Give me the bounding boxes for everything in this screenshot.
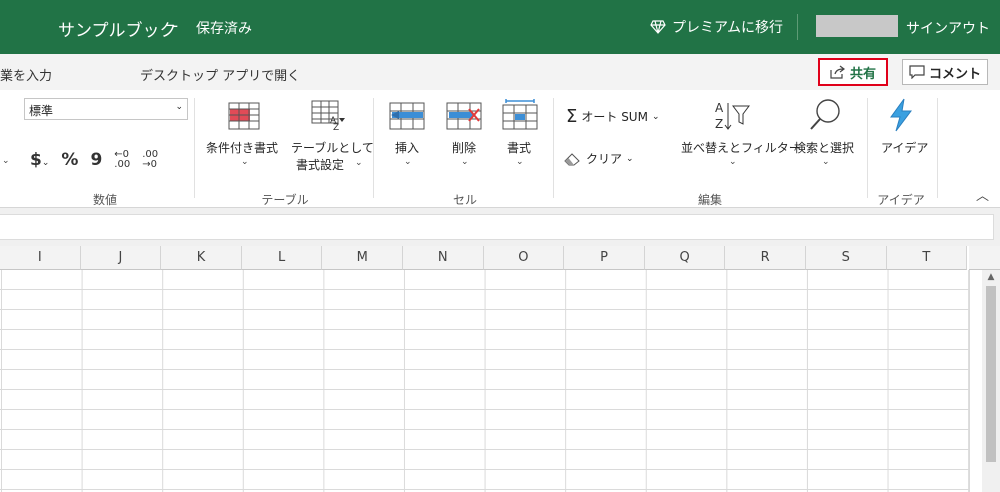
tell-me-search[interactable]: 業を入力 — [0, 65, 52, 84]
comma-style-button[interactable]: 9 — [90, 150, 102, 170]
number-group-label: 数値 — [92, 193, 117, 207]
column-header-q[interactable]: Q — [644, 246, 726, 270]
share-icon — [830, 65, 845, 79]
find-select-button[interactable]: 検索と選択 — [794, 139, 854, 156]
currency-button[interactable]: $⌄ — [30, 150, 49, 170]
grid-edge — [969, 270, 982, 492]
column-header-k[interactable]: K — [161, 246, 242, 270]
chevron-down-icon: ⌄ — [355, 158, 363, 168]
formula-bar-area — [0, 208, 1000, 246]
magnifier-icon[interactable] — [808, 98, 842, 132]
document-name[interactable]: サンプルブック — [58, 16, 177, 41]
format-as-table-icon[interactable]: A Z — [311, 100, 345, 130]
editing-group-label: 編集 — [697, 193, 722, 207]
format-cells-icon[interactable] — [502, 99, 538, 131]
delete-button[interactable]: 削除 — [452, 139, 476, 156]
increase-decimal-button[interactable]: ←0 .00 — [114, 150, 130, 170]
group-divider — [553, 98, 554, 198]
chevron-down-icon: ⌄ — [651, 111, 660, 122]
chevron-down-icon: ⌄ — [41, 158, 50, 168]
percent-button[interactable]: % — [61, 150, 78, 170]
insert-cells-icon[interactable] — [389, 102, 425, 130]
decrease-decimal-bottom: →0 — [142, 159, 157, 170]
column-header-r[interactable]: R — [725, 246, 806, 270]
vertical-scrollbar[interactable]: ▲ — [982, 270, 1000, 492]
comment-label: コメント — [928, 66, 981, 82]
cell-grid[interactable] — [0, 270, 969, 492]
format-as-table-line2[interactable]: 書式設定 — [296, 156, 344, 173]
chevron-down-icon: ⌄ — [822, 157, 830, 167]
column-header-l[interactable]: L — [241, 246, 323, 270]
chevron-down-icon: ⌄ — [729, 157, 737, 167]
collapse-ribbon-icon[interactable]: ︿ — [976, 185, 989, 204]
open-desktop-app-link[interactable]: デスクトップ アプリで開く — [140, 65, 300, 84]
svg-text:Z: Z — [715, 117, 723, 131]
lightning-icon[interactable] — [888, 98, 914, 132]
delete-cells-icon[interactable] — [446, 102, 482, 130]
eraser-icon — [564, 152, 580, 165]
column-header-o[interactable]: O — [483, 246, 565, 270]
share-label: 共有 — [849, 66, 876, 82]
diamond-icon — [650, 20, 666, 34]
column-header-n[interactable]: N — [403, 246, 484, 270]
scroll-up-icon[interactable]: ▲ — [985, 272, 997, 284]
save-status: 保存済み — [196, 21, 252, 37]
autosum-label: オート SUM — [581, 110, 648, 124]
sort-filter-button[interactable]: 並べ替えとフィルター — [681, 139, 801, 156]
autosum-button[interactable]: Σ オート SUM ⌄ — [566, 106, 660, 127]
cells-group-label: セル — [452, 193, 477, 207]
svg-text:Z: Z — [333, 123, 339, 130]
column-header-m[interactable]: M — [322, 246, 403, 270]
insert-button[interactable]: 挿入 — [395, 139, 419, 156]
number-format-buttons: $⌄ % 9 ←0 .00 .00 →0 — [30, 150, 158, 171]
premium-label: プレミアムに移行 — [672, 20, 784, 36]
decrease-decimal-button[interactable]: .00 →0 — [142, 150, 158, 170]
chevron-down-icon: ⌄ — [516, 157, 524, 167]
column-header-s[interactable]: S — [806, 246, 887, 270]
ideas-group-label: アイデア — [877, 193, 925, 207]
group-divider — [194, 98, 195, 198]
title-separator: - — [172, 16, 179, 36]
chevron-down-icon: ⌄ — [404, 157, 412, 167]
scrollbar-thumb[interactable] — [986, 286, 996, 462]
title-bar: サンプルブック - 保存済み プレミアムに移行 サインアウト — [0, 0, 1000, 54]
number-format-value: 標準 — [29, 104, 54, 118]
header-corner-right — [969, 246, 1000, 270]
column-header-i[interactable]: I — [0, 246, 81, 270]
ribbon: ⌄ 標準 ⌄ $⌄ % 9 ←0 .00 .00 →0 数値 条件付き書式 ⌄ … — [0, 90, 1000, 208]
format-as-table-line1[interactable]: テーブルとして — [291, 139, 374, 156]
signout-link[interactable]: サインアウト — [906, 18, 990, 38]
sort-filter-icon[interactable]: A Z — [713, 100, 751, 132]
sigma-icon: Σ — [566, 106, 578, 127]
column-header-j[interactable]: J — [80, 246, 162, 270]
column-header-t[interactable]: T — [886, 246, 968, 270]
chevron-down-icon: ⌄ — [626, 153, 634, 164]
chevron-down-icon[interactable]: ⌄ — [2, 156, 10, 166]
number-format-select[interactable]: 標準 ⌄ — [24, 98, 188, 120]
svg-text:A: A — [715, 101, 724, 115]
account-name-redacted[interactable] — [816, 15, 898, 37]
formula-input[interactable] — [0, 214, 994, 240]
chevron-down-icon: ⌄ — [241, 157, 249, 167]
title-divider — [797, 14, 798, 40]
conditional-format-button[interactable]: 条件付き書式 — [206, 139, 278, 156]
column-header-p[interactable]: P — [564, 246, 645, 270]
chevron-down-icon: ⌄ — [461, 157, 469, 167]
comment-icon — [909, 65, 925, 79]
share-button[interactable]: 共有 — [818, 58, 888, 86]
premium-button[interactable]: プレミアムに移行 — [650, 17, 783, 37]
format-button[interactable]: 書式 — [507, 139, 531, 156]
conditional-format-icon[interactable] — [228, 102, 260, 130]
clear-button[interactable]: クリア ⌄ — [564, 150, 634, 167]
clear-label: クリア — [586, 152, 623, 166]
table-group-label: テーブル — [261, 193, 309, 207]
ideas-button[interactable]: アイデア — [881, 139, 928, 156]
group-divider — [867, 98, 868, 198]
group-divider — [373, 98, 374, 198]
chevron-down-icon: ⌄ — [175, 102, 183, 112]
currency-icon: $ — [30, 150, 42, 170]
group-divider — [937, 98, 938, 198]
increase-decimal-bottom: .00 — [114, 159, 131, 170]
comment-button[interactable]: コメント — [902, 59, 988, 85]
